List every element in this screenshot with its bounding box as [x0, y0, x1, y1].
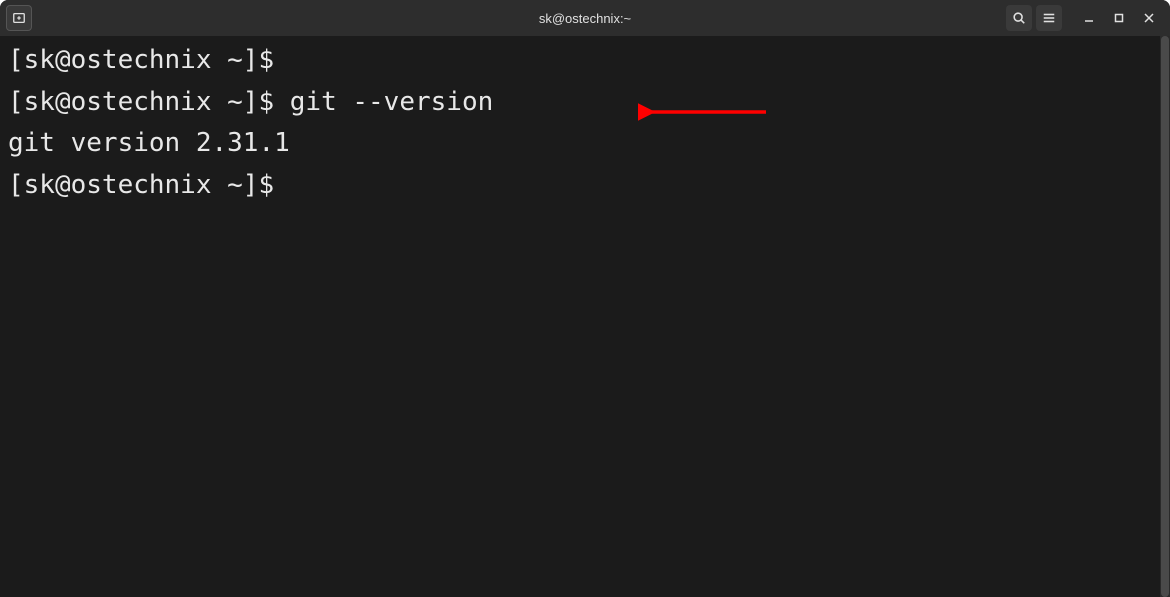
search-icon [1012, 11, 1026, 25]
scrollbar-thumb[interactable] [1161, 36, 1169, 597]
terminal-line: [sk@ostechnix ~]$ git --version [8, 82, 1152, 124]
maximize-button[interactable] [1104, 0, 1134, 36]
hamburger-icon [1042, 11, 1056, 25]
titlebar-left [6, 5, 32, 31]
close-button[interactable] [1134, 0, 1164, 36]
terminal-line: git version 2.31.1 [8, 123, 1152, 165]
minimize-button[interactable] [1074, 0, 1104, 36]
scrollbar[interactable] [1160, 36, 1170, 597]
window-controls [1074, 0, 1164, 36]
minimize-icon [1084, 13, 1094, 23]
command-text: git --version [290, 87, 494, 117]
close-icon [1144, 13, 1154, 23]
terminal-window: sk@ostechnix:~ [0, 0, 1170, 597]
new-tab-icon [12, 11, 26, 25]
window-title: sk@ostechnix:~ [0, 11, 1170, 26]
menu-button[interactable] [1036, 5, 1062, 31]
titlebar-right [1006, 0, 1164, 36]
terminal-line: [sk@ostechnix ~]$ [8, 165, 1152, 207]
terminal-body[interactable]: [sk@ostechnix ~]$ [sk@ostechnix ~]$ git … [0, 36, 1160, 597]
maximize-icon [1114, 13, 1124, 23]
new-tab-button[interactable] [6, 5, 32, 31]
output-text: git version 2.31.1 [8, 128, 290, 158]
prompt: [sk@ostechnix ~]$ [8, 45, 290, 75]
titlebar[interactable]: sk@ostechnix:~ [0, 0, 1170, 36]
search-button[interactable] [1006, 5, 1032, 31]
prompt: [sk@ostechnix ~]$ [8, 87, 290, 117]
prompt: [sk@ostechnix ~]$ [8, 170, 290, 200]
terminal-line: [sk@ostechnix ~]$ [8, 40, 1152, 82]
